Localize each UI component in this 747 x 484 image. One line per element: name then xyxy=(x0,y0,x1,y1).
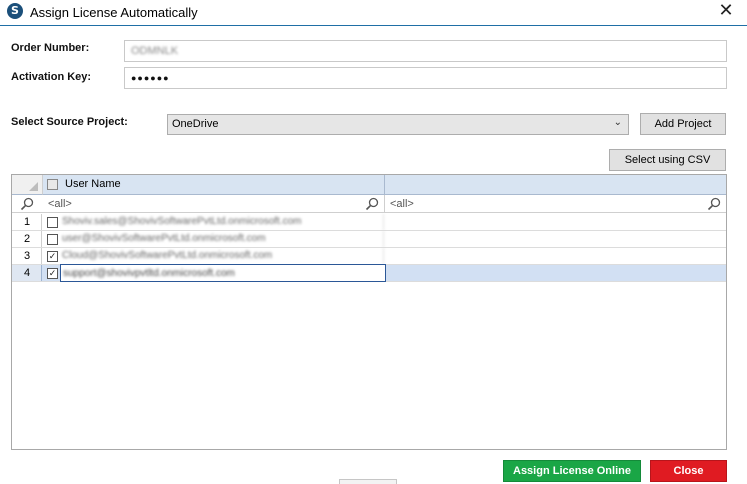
chevron-down-icon: ⌄ xyxy=(613,117,622,128)
source-project-label: Select Source Project: xyxy=(11,116,128,128)
search-icon xyxy=(707,197,721,211)
table-row[interactable]: 3 ✓ Cloud@ShovivSoftwarePvtLtd.onmicroso… xyxy=(12,248,726,265)
add-project-button[interactable]: Add Project xyxy=(640,113,726,135)
row-number: 2 xyxy=(12,231,42,247)
select-csv-button[interactable]: Select using CSV xyxy=(609,149,726,171)
source-project-value: OneDrive xyxy=(172,118,219,130)
select-all-checkbox[interactable] xyxy=(47,179,58,190)
column-header-empty xyxy=(385,175,726,195)
active-cell-editor[interactable]: support@shovivpvtltd.onmicrosoft.com xyxy=(60,264,386,282)
filter-second-cell[interactable]: <all> xyxy=(385,195,726,213)
order-number-input[interactable]: ODMNLK xyxy=(124,40,727,62)
partially-visible-button xyxy=(339,479,397,484)
row-email: Cloud@ShovivSoftwarePvtLtd.onmicrosoft.c… xyxy=(62,248,384,264)
row-checkbox[interactable] xyxy=(47,234,58,245)
activation-key-input[interactable]: ●●●●●● xyxy=(124,67,727,89)
window-title: Assign License Automatically xyxy=(30,5,198,20)
row-number: 3 xyxy=(12,248,42,264)
table-row-selected[interactable]: 4 ✓ support@shovivpvtltd.onmicrosoft.com xyxy=(12,264,726,282)
filter-placeholder: <all> xyxy=(390,198,414,210)
close-button[interactable]: Close xyxy=(650,460,727,482)
search-icon xyxy=(365,197,379,211)
row-number: 1 xyxy=(12,214,42,230)
order-number-label: Order Number: xyxy=(11,42,90,54)
corner-triangle-icon xyxy=(29,182,38,191)
activation-key-value: ●●●●●● xyxy=(131,73,170,83)
row-email: support@shovivpvtltd.onmicrosoft.com xyxy=(63,268,235,279)
order-number-value: ODMNLK xyxy=(131,45,179,57)
assign-license-online-button[interactable]: Assign License Online xyxy=(503,460,641,482)
row-email: Shoviv.sales@ShovivSoftwarePvtLtd.onmicr… xyxy=(62,214,384,230)
table-row[interactable]: 1 Shoviv.sales@ShovivSoftwarePvtLtd.onmi… xyxy=(12,214,726,231)
users-grid: User Name <all> <all> 1 Shoviv.sales@Sho… xyxy=(11,174,727,450)
row-email: user@ShovivSoftwarePvtLtd.onmicrosoft.co… xyxy=(62,231,384,247)
row-checkbox-checked[interactable]: ✓ xyxy=(47,268,58,279)
title-bar: S Assign License Automatically ✕ xyxy=(0,0,747,26)
row-checkbox[interactable] xyxy=(47,217,58,228)
source-project-select[interactable]: OneDrive ⌄ xyxy=(167,114,629,135)
close-window-icon[interactable]: ✕ xyxy=(713,1,739,21)
grid-corner xyxy=(12,175,43,195)
app-logo-icon: S xyxy=(7,3,23,19)
row-number: 4 xyxy=(12,265,42,281)
activation-key-label: Activation Key: xyxy=(11,71,92,83)
filter-placeholder: <all> xyxy=(48,198,72,210)
row-checkbox-checked[interactable]: ✓ xyxy=(47,251,58,262)
column-header-user-name[interactable]: User Name xyxy=(43,175,385,195)
filter-search-icon xyxy=(20,197,34,211)
table-row[interactable]: 2 user@ShovivSoftwarePvtLtd.onmicrosoft.… xyxy=(12,231,726,248)
filter-user-name-cell[interactable]: <all> xyxy=(43,195,385,213)
column-header-label: User Name xyxy=(65,178,121,190)
